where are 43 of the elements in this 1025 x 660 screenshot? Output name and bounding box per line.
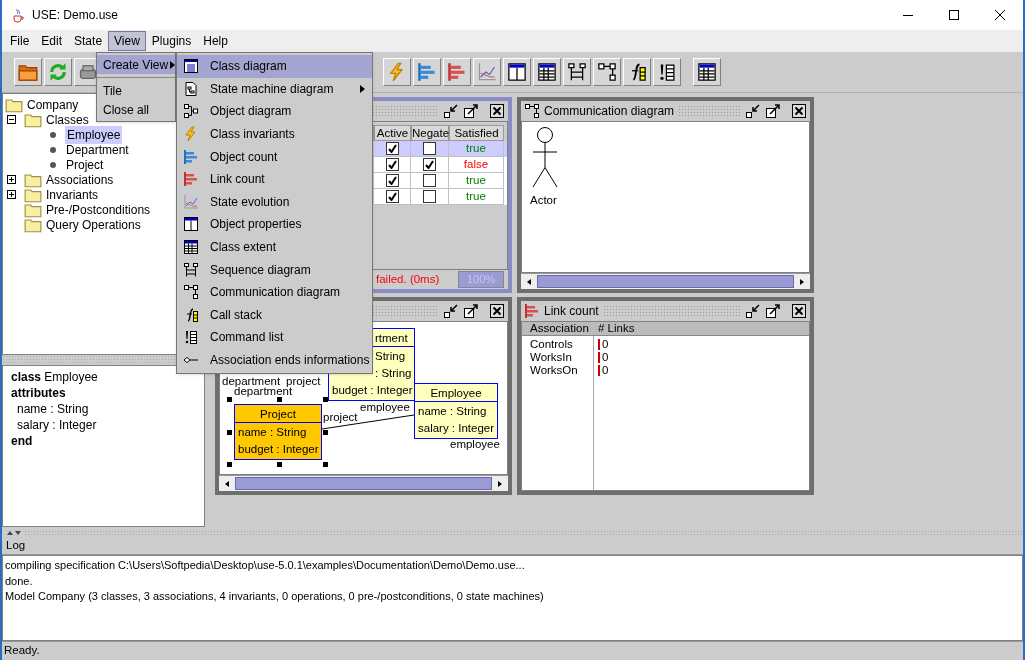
status-text: Ready.	[3, 643, 40, 659]
column-header: # Links	[597, 322, 636, 335]
code-line: end	[11, 433, 34, 448]
role-label: employee	[360, 402, 410, 413]
column-header: Satisfied	[449, 125, 504, 141]
class-attribute: : String	[375, 366, 412, 381]
log-title: Log	[5, 538, 26, 554]
column-header: Association	[529, 322, 590, 335]
column-header: Negate	[411, 125, 449, 141]
table-cell-text: WorksOn	[529, 364, 579, 377]
class-attribute: name : String	[418, 404, 487, 419]
status-text: failed. (0ms)	[376, 271, 440, 287]
table-cell: 0	[602, 365, 609, 376]
code-line: attributes	[11, 385, 67, 400]
code-line: salary : Integer	[16, 417, 98, 432]
table-cell-text: Controls	[529, 338, 574, 351]
class-attribute: budget : Integer	[238, 442, 319, 457]
table-cell: true	[449, 189, 504, 205]
code-line: name : String	[16, 401, 90, 416]
table-cell-text: WorksIn	[529, 351, 573, 364]
table-cell: 0	[602, 339, 609, 350]
actor-label: Actor	[530, 193, 557, 208]
window-title: USE: Demo.use	[32, 7, 119, 24]
class-attribute: String	[375, 349, 406, 364]
log-line: compiling specification C:\Users\Softpedia\Desktop\use-5.0.1\examples\Documentation\Demo\Demo.use...	[5, 558, 526, 573]
column-header: Active	[374, 125, 411, 141]
table-cell: 0	[602, 352, 609, 363]
window-title: Link count	[544, 303, 599, 320]
window-title: Communication diagram	[544, 103, 675, 120]
class-name: Project	[260, 407, 296, 422]
class-name: rtment	[375, 331, 408, 346]
role-label: department	[222, 376, 281, 387]
log-line: Model Company (3 classes, 3 associations, 4 invariants, 0 operations, 0 pre-/postconditions, 0 state machines)	[5, 589, 545, 604]
log-line: done.	[5, 573, 34, 589]
role-label: project	[286, 376, 321, 387]
role-label: employee	[450, 439, 500, 450]
class-name: Employee	[430, 386, 482, 401]
role-label: project	[323, 412, 358, 423]
class-attribute: name : String	[238, 425, 307, 440]
role-label: department	[234, 386, 293, 397]
class-attribute: budget : Integer	[332, 383, 413, 398]
code-line: class Employee	[11, 369, 99, 384]
class-attribute: salary : Integer	[418, 421, 495, 436]
